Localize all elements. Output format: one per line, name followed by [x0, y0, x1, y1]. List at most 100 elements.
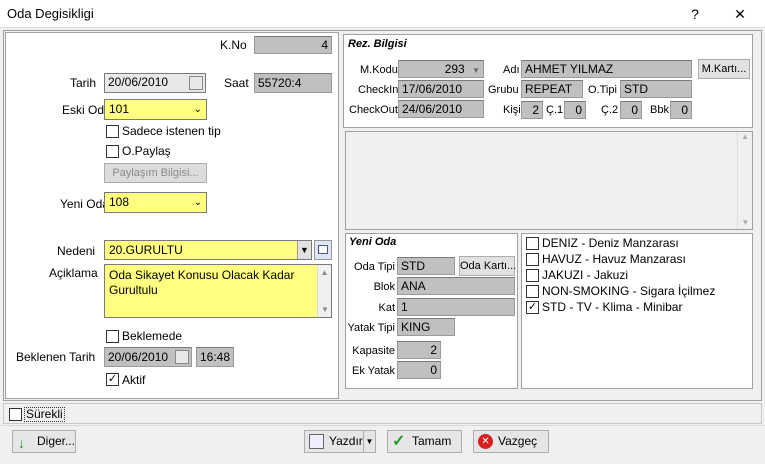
feature-label: STD - TV - Klima - Minibar	[542, 300, 683, 314]
chevron-down-icon: ⌄	[193, 104, 202, 115]
scrollbar[interactable]: ▲ ▼	[737, 132, 752, 229]
blok-field: ANA	[397, 277, 515, 295]
beklemede-label: Beklemede	[122, 329, 183, 343]
vazgec-button[interactable]: ✕ Vazgeç	[473, 430, 549, 453]
adi-field: AHMET YILMAZ	[521, 60, 692, 78]
yazdir-button[interactable]: Yazdır ▼	[304, 430, 376, 453]
feature-checkbox[interactable]	[526, 285, 539, 298]
features-container: DENIZ - Deniz Manzarası HAVUZ - Havuz Man…	[524, 236, 750, 316]
tarih-value: 20/06/2010	[108, 75, 169, 89]
feature-label: NON-SMOKING - Sigara İçilmez	[542, 284, 716, 298]
notes-area[interactable]: ▲ ▼	[345, 131, 753, 230]
yazdir-label: Yazdır	[329, 434, 363, 448]
kat-field: 1	[397, 298, 515, 316]
kno-label: K.No	[220, 38, 247, 52]
sadece-label: Sadece istenen tip	[122, 124, 221, 138]
yeni-oda-value: 108	[109, 195, 130, 209]
feature-checkbox[interactable]	[526, 269, 539, 282]
beklemede-checkbox[interactable]	[106, 330, 119, 343]
nedeni-select[interactable]: 20.GURULTU ▼	[104, 240, 312, 260]
surekli-checkbox[interactable]	[9, 408, 22, 421]
yeni-oda-header: Yeni Oda	[349, 236, 397, 248]
mkarti-button[interactable]: M.Kartı...	[698, 59, 750, 79]
footer	[0, 425, 765, 464]
dropdown-arrow-icon[interactable]: ▼	[363, 431, 375, 452]
c2-label: Ç.2	[601, 104, 619, 116]
vazgec-label: Vazgeç	[498, 434, 538, 448]
feature-checkbox[interactable]: ✓	[526, 301, 539, 314]
mkodu-value: 293	[444, 62, 465, 76]
feature-item[interactable]: ✓ STD - TV - Klima - Minibar	[524, 300, 750, 316]
feature-label: DENIZ - Deniz Manzarası	[542, 236, 679, 250]
nedeni-value: 20.GURULTU	[109, 243, 183, 257]
eski-oda-value: 101	[109, 102, 130, 116]
tarih-label: Tarih	[70, 76, 97, 90]
tamam-button[interactable]: ✓ Tamam	[387, 430, 462, 453]
aktif-label: Aktif	[122, 373, 146, 387]
ekyatak-label: Ek Yatak	[351, 365, 395, 377]
rez-header: Rez. Bilgisi	[348, 38, 407, 50]
grubu-field: REPEAT	[521, 80, 583, 98]
lookup-icon[interactable]	[314, 240, 332, 260]
feature-item[interactable]: NON-SMOKING - Sigara İçilmez	[524, 284, 750, 300]
diger-button[interactable]: ↓ Diger...	[12, 430, 76, 453]
feature-checkbox[interactable]	[526, 253, 539, 266]
yatak-field: KING	[397, 318, 455, 336]
surekli-label: Sürekli	[24, 407, 65, 422]
aciklama-label: Açiklama	[49, 266, 98, 280]
help-button[interactable]: ?	[684, 4, 706, 24]
odakarti-button[interactable]: Oda Kartı...	[459, 256, 516, 276]
mkodu-label: M.Kodu	[360, 64, 398, 76]
paylasim-button[interactable]: Paylaşım Bilgisi...	[104, 163, 207, 183]
checkmark-icon: ✓	[392, 433, 406, 450]
opaylas-label: O.Paylaş	[122, 144, 171, 158]
scrollbar[interactable]: ▲ ▼	[317, 265, 331, 317]
kapasite-field: 2	[397, 341, 441, 359]
beklenen-label: Beklenen Tarih	[16, 350, 96, 364]
checkout-label: CheckOut	[349, 104, 398, 116]
feature-item[interactable]: JAKUZI - Jakuzi	[524, 268, 750, 284]
checkin-value: 17/06/2010	[402, 82, 463, 96]
chevron-down-icon: ▼	[472, 66, 480, 75]
checkin-label: CheckIn	[358, 84, 399, 96]
sadece-checkbox[interactable]	[106, 125, 119, 138]
feature-label: HAVUZ - Havuz Manzarası	[542, 252, 686, 266]
aciklama-textarea[interactable]: Oda Sikayet Konusu Olacak Kadar Gurultul…	[104, 264, 332, 318]
calendar-icon[interactable]	[189, 76, 203, 90]
kisi-label: Kişi	[503, 104, 521, 116]
c2-field: 0	[620, 101, 642, 119]
chevron-down-icon: ⌄	[193, 197, 202, 208]
otipi-field: STD	[620, 80, 692, 98]
blok-label: Blok	[373, 281, 395, 293]
adi-label: Adı	[503, 64, 520, 76]
window-title: Oda Degisikligi	[7, 6, 94, 21]
tamam-label: Tamam	[412, 434, 452, 448]
checkin-field: 17/06/2010	[398, 80, 484, 98]
opaylas-checkbox[interactable]	[106, 145, 119, 158]
yeni-oda-select[interactable]: 108 ⌄	[104, 192, 207, 213]
odatipi-field: STD	[397, 257, 455, 275]
close-button[interactable]: ✕	[729, 4, 751, 24]
feature-checkbox[interactable]	[526, 237, 539, 250]
eski-oda-select[interactable]: 101 ⌄	[104, 99, 207, 120]
bbk-label: Bbk	[650, 104, 669, 116]
mkodu-field: 293 ▼	[398, 60, 484, 78]
tarih-field[interactable]: 20/06/2010	[104, 73, 206, 93]
checkout-value: 24/06/2010	[402, 102, 463, 116]
beklenen-date-field: 20/06/2010	[104, 347, 192, 367]
checkout-field: 24/06/2010	[398, 100, 484, 118]
diger-label: Diger...	[37, 434, 76, 448]
c1-field: 0	[564, 101, 586, 119]
title-bar: Oda Degisikligi ? ✕	[0, 0, 765, 28]
saat-label: Saat	[224, 76, 249, 90]
dropdown-arrow-icon[interactable]: ▼	[297, 241, 311, 259]
arrow-down-icon: ↓	[18, 435, 25, 451]
odatipi-label: Oda Tipi	[354, 261, 395, 273]
feature-item[interactable]: DENIZ - Deniz Manzarası	[524, 236, 750, 252]
beklenen-date-value: 20/06/2010	[108, 350, 169, 364]
c1-label: Ç.1	[546, 104, 564, 116]
grubu-label: Grubu	[488, 84, 519, 96]
aktif-checkbox[interactable]: ✓	[106, 373, 119, 386]
feature-item[interactable]: HAVUZ - Havuz Manzarası	[524, 252, 750, 268]
nedeni-label: Nedeni	[57, 244, 96, 258]
